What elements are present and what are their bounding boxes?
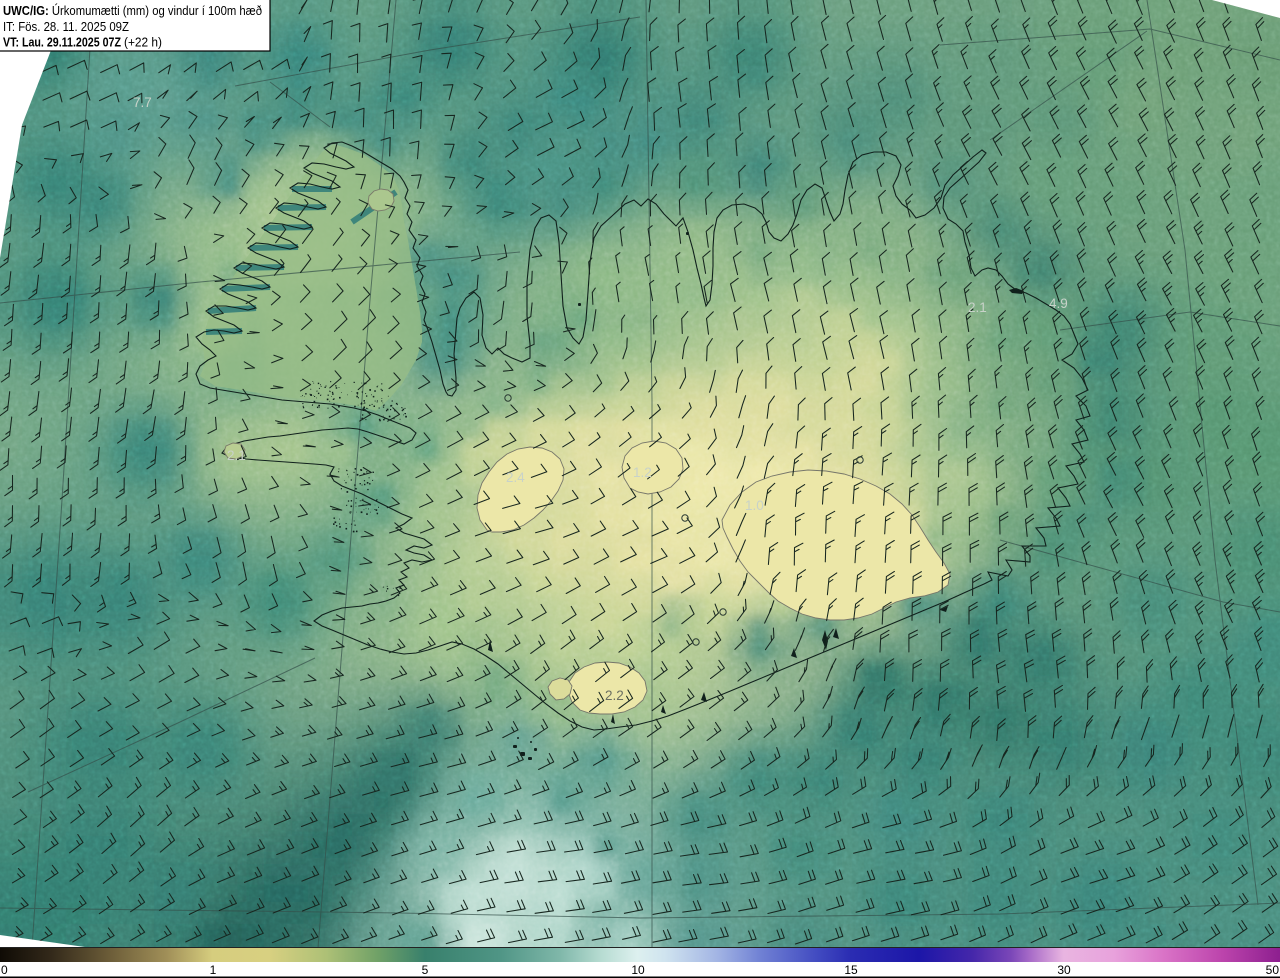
svg-text:7.7: 7.7 xyxy=(133,95,152,110)
svg-text:1.2: 1.2 xyxy=(633,465,652,480)
svg-text:VT: Lau. 29.11.2025 07Z: VT: Lau. 29.11.2025 07Z xyxy=(3,36,121,50)
svg-text:IT: Fös. 28. 11. 2025 09Z: IT: Fös. 28. 11. 2025 09Z xyxy=(3,20,129,34)
svg-text:2.1: 2.1 xyxy=(227,448,246,463)
svg-text:0: 0 xyxy=(1,963,8,977)
svg-text:2.2: 2.2 xyxy=(605,688,624,703)
svg-text:UWC/IG: Úrkomumætti (mm) og vi: UWC/IG: Úrkomumætti (mm) og vindur í 100… xyxy=(3,3,262,18)
svg-text:5: 5 xyxy=(422,963,429,977)
svg-text:4.9: 4.9 xyxy=(1049,296,1068,311)
svg-text:50: 50 xyxy=(1266,963,1280,977)
svg-text:1.0: 1.0 xyxy=(745,498,764,513)
svg-text:2.4: 2.4 xyxy=(506,470,525,485)
svg-text:1: 1 xyxy=(210,963,217,977)
svg-text:15: 15 xyxy=(844,963,858,977)
svg-text:(+22 h): (+22 h) xyxy=(124,36,162,50)
svg-text:10: 10 xyxy=(631,963,645,977)
svg-text:2.1: 2.1 xyxy=(968,300,987,315)
svg-text:30: 30 xyxy=(1057,963,1071,977)
